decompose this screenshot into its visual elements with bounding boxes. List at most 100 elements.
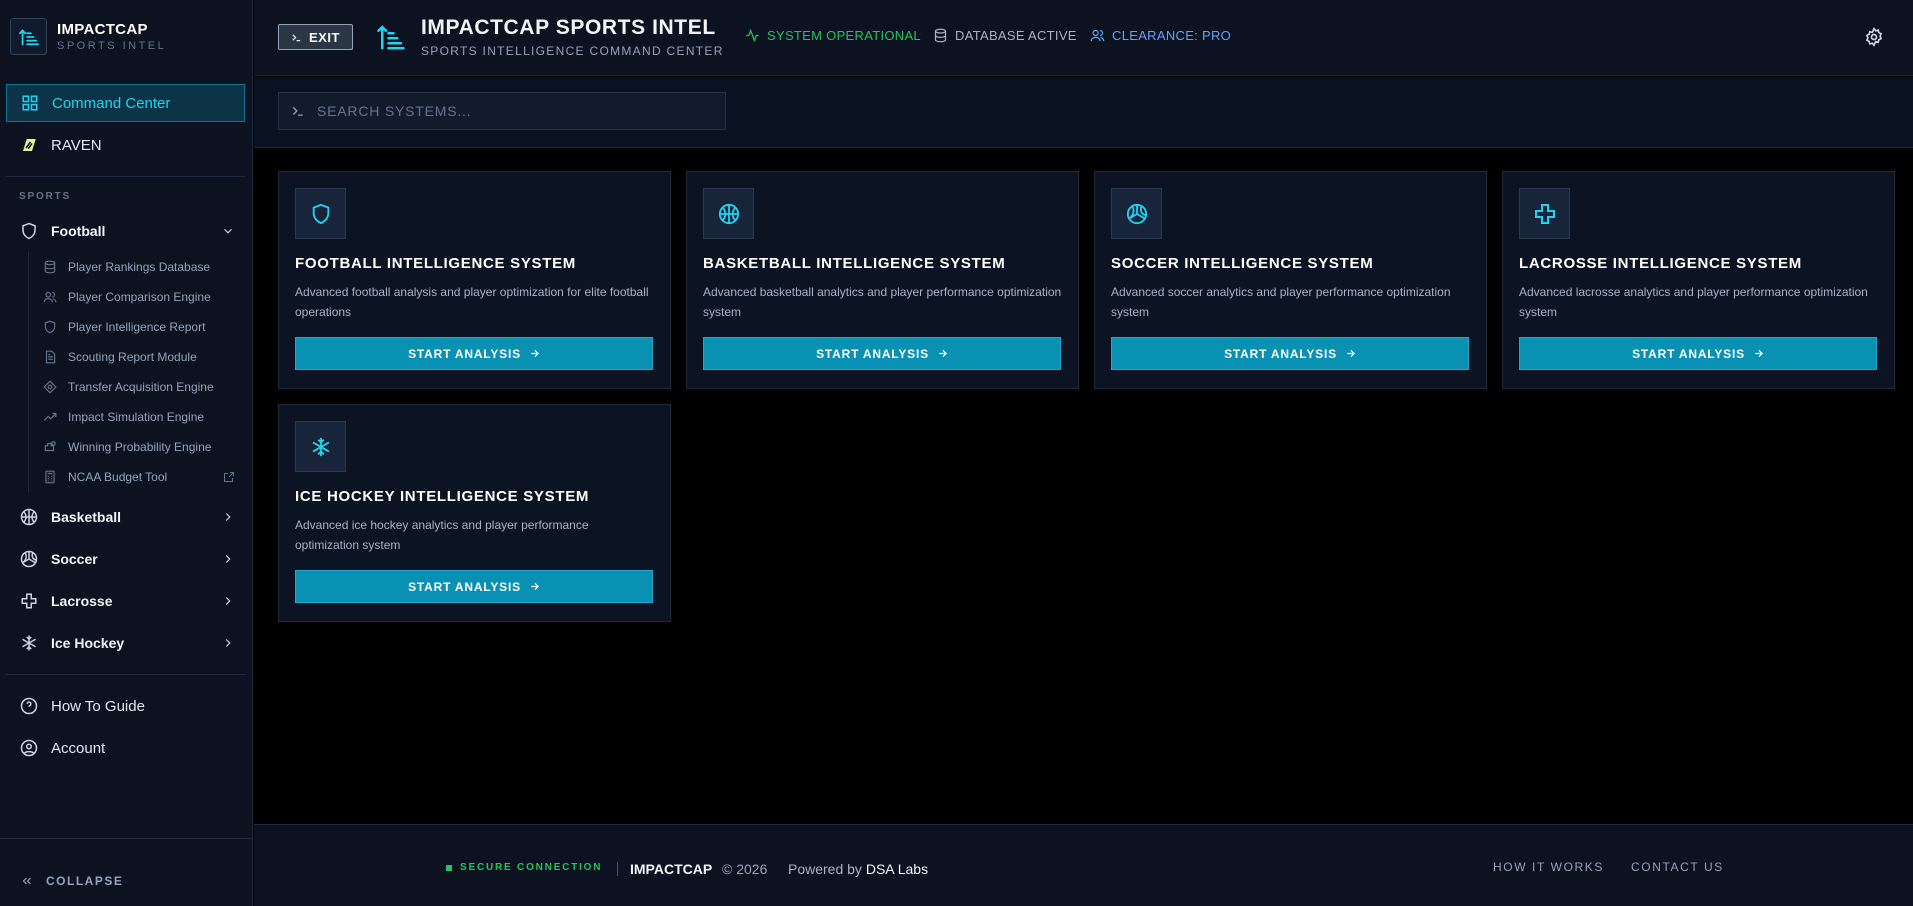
footer-brand: IMPACTCAP [630, 861, 713, 877]
sport-ice-hockey-label: Ice Hockey [51, 635, 125, 651]
terminal-prompt-icon [291, 104, 305, 118]
search-input[interactable] [317, 103, 697, 119]
start-analysis-button[interactable]: START ANALYSIS [1519, 337, 1877, 370]
start-analysis-button[interactable]: START ANALYSIS [703, 337, 1061, 370]
footer-link-contact[interactable]: CONTACT US [1631, 860, 1724, 874]
card-title: FOOTBALL INTELLIGENCE SYSTEM [295, 255, 576, 272]
arrow-right-icon [937, 348, 948, 359]
user-circle-icon [19, 738, 39, 758]
sports-section-label: SPORTS [19, 191, 71, 202]
card-lacrosse: LACROSSE INTELLIGENCE SYSTEM Advanced la… [1502, 171, 1895, 389]
file-text-icon [42, 349, 58, 365]
powered-by-link[interactable]: DSA Labs [866, 861, 928, 877]
footer: SECURE CONNECTION IMPACTCAP © 2026 Power… [254, 824, 1913, 906]
card-description: Advanced soccer analytics and player per… [1111, 285, 1451, 319]
footer-link-how-it-works[interactable]: HOW IT WORKS [1493, 860, 1604, 874]
tool-player-intelligence[interactable]: Player Intelligence Report [29, 312, 240, 342]
card-basketball: BASKETBALL INTELLIGENCE SYSTEM Advanced … [686, 171, 1079, 389]
tool-winning-probability[interactable]: Winning Probability Engine [29, 432, 240, 462]
collapse-label: COLLAPSE [46, 874, 124, 888]
football-tools-list: Player Rankings Database Player Comparis… [28, 252, 240, 492]
shield-icon [42, 319, 58, 335]
volleyball-icon [19, 549, 39, 569]
chevron-right-icon [221, 552, 235, 566]
button-label: START ANALYSIS [816, 346, 929, 361]
chevrons-left-icon [20, 874, 34, 888]
brand-subtitle: SPORTS INTEL [57, 40, 167, 52]
sport-basketball[interactable]: Basketball [6, 499, 245, 535]
sidebar-divider [6, 176, 245, 177]
nav-account-label: Account [51, 739, 106, 757]
button-label: START ANALYSIS [408, 346, 521, 361]
footer-powered-by: Powered by DSA Labs [788, 861, 928, 877]
crosshair-icon [42, 379, 58, 395]
status-clearance: CLEARANCE: PRO [1090, 28, 1231, 43]
footer-copyright: © 2026 [722, 861, 768, 877]
sidebar-divider [6, 674, 245, 675]
settings-gear-icon[interactable] [1864, 27, 1884, 47]
status-database: DATABASE ACTIVE [933, 28, 1077, 43]
card-title: ICE HOCKEY INTELLIGENCE SYSTEM [295, 488, 590, 505]
exit-label: EXIT [309, 29, 340, 45]
search-area [254, 77, 1913, 148]
nav-how-to-guide[interactable]: How To Guide [6, 687, 245, 725]
nav-account[interactable]: Account [6, 729, 245, 767]
tool-label: Impact Simulation Engine [68, 410, 205, 424]
top-bar: EXIT IMPACTCAP SPORTS INTEL SPORTS INTEL… [254, 0, 1913, 76]
activity-icon [745, 28, 760, 43]
calculator-icon [42, 469, 58, 485]
collapse-button[interactable]: COLLAPSE [20, 874, 123, 888]
sport-lacrosse[interactable]: Lacrosse [6, 583, 245, 619]
status-db-label: DATABASE ACTIVE [955, 28, 1077, 43]
card-title: SOCCER INTELLIGENCE SYSTEM [1111, 255, 1374, 272]
chevron-right-icon [221, 636, 235, 650]
grid-icon [20, 93, 40, 113]
arrow-right-icon [529, 348, 540, 359]
brand-title: IMPACTCAP [57, 21, 148, 38]
chevron-down-icon [221, 224, 235, 238]
start-analysis-button[interactable]: START ANALYSIS [1111, 337, 1469, 370]
tool-label: NCAA Budget Tool [68, 470, 168, 484]
tool-ncaa-budget[interactable]: NCAA Budget Tool [29, 462, 240, 492]
tool-scouting-report[interactable]: Scouting Report Module [29, 342, 240, 372]
sport-soccer-label: Soccer [51, 551, 98, 567]
sport-ice-hockey[interactable]: Ice Hockey [6, 625, 245, 661]
sport-football[interactable]: Football [6, 213, 245, 249]
start-analysis-button[interactable]: START ANALYSIS [295, 570, 653, 603]
brand[interactable]: IMPACTCAP SPORTS INTEL [10, 18, 166, 55]
tool-label: Transfer Acquisition Engine [68, 380, 214, 394]
sport-lacrosse-label: Lacrosse [51, 593, 113, 609]
nav-command-center[interactable]: Command Center [6, 84, 245, 122]
help-circle-icon [19, 696, 39, 716]
button-label: START ANALYSIS [1224, 346, 1337, 361]
card-ice-hockey: ICE HOCKEY INTELLIGENCE SYSTEM Advanced … [278, 404, 671, 622]
start-analysis-button[interactable]: START ANALYSIS [295, 337, 653, 370]
basketball-icon [19, 507, 39, 527]
nav-raven-label: RAVEN [51, 136, 102, 154]
card-description: Advanced lacrosse analytics and player p… [1519, 285, 1868, 319]
tool-player-comparison[interactable]: Player Comparison Engine [29, 282, 240, 312]
button-label: START ANALYSIS [1632, 346, 1745, 361]
raven-icon [19, 135, 39, 155]
shield-icon [295, 188, 346, 239]
tool-player-rankings[interactable]: Player Rankings Database [29, 252, 240, 282]
volleyball-icon [1111, 188, 1162, 239]
tool-impact-simulation[interactable]: Impact Simulation Engine [29, 402, 240, 432]
nav-raven[interactable]: RAVEN [6, 126, 245, 164]
tool-label: Player Rankings Database [68, 260, 211, 274]
card-title: LACROSSE INTELLIGENCE SYSTEM [1519, 255, 1802, 272]
shield-icon [19, 221, 39, 241]
card-description: Advanced ice hockey analytics and player… [295, 518, 589, 552]
tool-transfer-acquisition[interactable]: Transfer Acquisition Engine [29, 372, 240, 402]
sport-soccer[interactable]: Soccer [6, 541, 245, 577]
nav-command-center-label: Command Center [52, 94, 171, 112]
card-soccer: SOCCER INTELLIGENCE SYSTEM Advanced socc… [1094, 171, 1487, 389]
sport-basketball-label: Basketball [51, 509, 122, 525]
database-icon [42, 259, 58, 275]
sidebar-footer-divider [0, 838, 253, 839]
arrow-right-icon [1345, 348, 1356, 359]
snowflake-icon [295, 421, 346, 472]
search-box[interactable] [278, 92, 726, 130]
exit-button[interactable]: EXIT [278, 24, 353, 50]
sport-football-label: Football [51, 223, 106, 239]
